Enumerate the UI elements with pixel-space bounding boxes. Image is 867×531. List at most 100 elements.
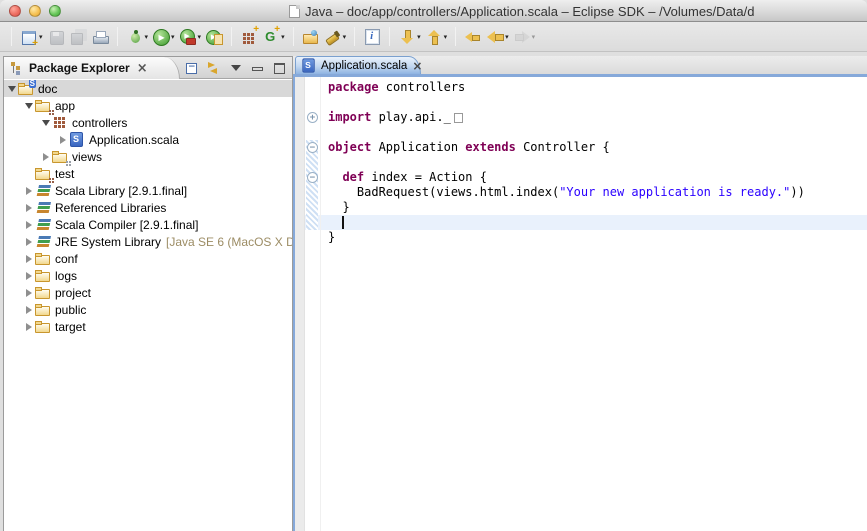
- project-tree: SdocappcontrollersApplication.scalaviews…: [4, 80, 292, 531]
- view-menu-icon[interactable]: [228, 60, 243, 75]
- code-line[interactable]: [321, 155, 867, 170]
- code-line[interactable]: }: [321, 230, 867, 245]
- back-icon: [486, 28, 504, 46]
- new-wizard-button[interactable]: ▾: [18, 27, 45, 47]
- back-button[interactable]: ▾: [484, 27, 511, 47]
- tree-item-views[interactable]: views: [4, 148, 292, 165]
- expand-arrow-icon[interactable]: [23, 204, 35, 212]
- zoom-window-button[interactable]: [49, 5, 61, 17]
- empty-package-badge: [66, 161, 68, 163]
- dropdown-arrow-icon[interactable]: ▾: [343, 33, 347, 41]
- document-proxy-icon[interactable]: [289, 5, 300, 18]
- tree-item-application.scala[interactable]: Application.scala: [4, 131, 292, 148]
- collapse-all-icon[interactable]: [184, 60, 199, 75]
- tree-item-jre[interactable]: JRE System Library[Java SE 6 (MacOS X De…: [4, 233, 292, 250]
- run-external-tools-button[interactable]: ▾: [177, 27, 204, 47]
- editor-tab-application-scala[interactable]: Application.scala ×: [295, 56, 421, 74]
- dropdown-arrow-icon[interactable]: ▾: [417, 33, 421, 41]
- minimize-window-button[interactable]: [29, 5, 41, 17]
- fold-minus-icon[interactable]: −: [307, 172, 318, 183]
- link-with-editor-icon[interactable]: [206, 60, 221, 75]
- expand-arrow-icon[interactable]: [23, 238, 35, 246]
- tree-item-logs[interactable]: logs: [4, 267, 292, 284]
- run-icon: [152, 28, 170, 46]
- dropdown-arrow-icon[interactable]: ▾: [145, 33, 149, 41]
- dropdown-arrow-icon[interactable]: ▾: [39, 33, 43, 41]
- toolbar-separator: [11, 27, 12, 46]
- tree-item-controllers[interactable]: controllers: [4, 114, 292, 131]
- code-line[interactable]: [321, 125, 867, 140]
- code-area[interactable]: package controllers import play.api._obje…: [321, 77, 867, 531]
- dropdown-arrow-icon[interactable]: ▾: [281, 33, 285, 41]
- code-token: )): [790, 185, 804, 199]
- print-button[interactable]: [89, 27, 111, 47]
- minimize-icon[interactable]: [250, 60, 265, 75]
- next-annotation-button[interactable]: ▾: [396, 27, 423, 47]
- code-line[interactable]: import play.api._: [321, 110, 867, 125]
- close-tab-icon[interactable]: ×: [412, 60, 422, 72]
- dropdown-arrow-icon[interactable]: ▾: [444, 33, 448, 41]
- expand-arrow-icon[interactable]: [23, 289, 35, 297]
- open-task-button[interactable]: [300, 27, 322, 47]
- code-line[interactable]: BadRequest(views.html.index("Your new ap…: [321, 185, 867, 200]
- code-line[interactable]: object Application extends Controller {: [321, 140, 867, 155]
- expand-arrow-icon[interactable]: [23, 306, 35, 314]
- fold-minus-icon[interactable]: −: [307, 142, 318, 153]
- expand-arrow-icon[interactable]: [23, 187, 35, 195]
- expand-arrow-icon[interactable]: [23, 103, 35, 109]
- dropdown-arrow-icon[interactable]: ▾: [171, 33, 175, 41]
- prev-annotation-button[interactable]: ▾: [423, 27, 450, 47]
- tree-item-app[interactable]: app: [4, 97, 292, 114]
- new-gwt-button[interactable]: ▾: [260, 27, 287, 47]
- expand-arrow-icon[interactable]: [23, 272, 35, 280]
- tree-item-doc[interactable]: Sdoc: [4, 80, 292, 97]
- expand-arrow-icon[interactable]: [23, 323, 35, 331]
- next-annotation-icon: [398, 28, 416, 46]
- code-line[interactable]: }: [321, 200, 867, 215]
- tree-item-scala[interactable]: Scala Library [2.9.1.final]: [4, 182, 292, 199]
- tree-item-public[interactable]: public: [4, 301, 292, 318]
- tree-item-test[interactable]: test: [4, 165, 292, 182]
- code-line[interactable]: [321, 95, 867, 110]
- tree-item-label: conf: [55, 252, 80, 266]
- collapsed-arrow: [43, 153, 49, 161]
- code-line[interactable]: [321, 215, 867, 230]
- folding-ruler[interactable]: + − −: [305, 77, 321, 531]
- package-explorer-tab[interactable]: Package Explorer ×: [4, 57, 180, 79]
- expand-arrow-icon[interactable]: [23, 221, 35, 229]
- last-edit-location-button[interactable]: [462, 27, 484, 47]
- debug-button[interactable]: ▾: [124, 27, 151, 47]
- folder-icon: [35, 302, 51, 317]
- expand-arrow-icon[interactable]: [40, 153, 52, 161]
- run-last-launched-button[interactable]: [203, 27, 225, 47]
- dropdown-arrow-icon[interactable]: ▾: [505, 33, 509, 41]
- code-line[interactable]: package controllers: [321, 80, 867, 95]
- close-window-button[interactable]: [9, 5, 21, 17]
- expand-arrow-icon[interactable]: [57, 136, 69, 144]
- search-button[interactable]: ▾: [322, 27, 349, 47]
- fold-plus-icon[interactable]: +: [307, 112, 318, 123]
- text-cursor: [342, 216, 344, 229]
- tree-item-scala[interactable]: Scala Compiler [2.9.1.final]: [4, 216, 292, 233]
- save-all-icon: [69, 28, 87, 46]
- annotation-ruler[interactable]: [295, 77, 305, 531]
- tree-item-target[interactable]: target: [4, 318, 292, 335]
- folded-region-box[interactable]: [454, 113, 463, 123]
- code-line[interactable]: def index = Action {: [321, 170, 867, 185]
- cheat-sheets-button[interactable]: [361, 27, 383, 47]
- expand-arrow-icon[interactable]: [6, 86, 18, 92]
- expand-arrow-icon[interactable]: [23, 255, 35, 263]
- package-folder-icon: [35, 98, 51, 113]
- dropdown-arrow-icon[interactable]: ▾: [198, 33, 202, 41]
- maximize-icon[interactable]: [272, 60, 287, 75]
- tree-item-referenced[interactable]: Referenced Libraries: [4, 199, 292, 216]
- code-token: play.api._: [371, 110, 450, 124]
- tree-item-label: project: [55, 286, 93, 300]
- expand-arrow-icon[interactable]: [40, 120, 52, 126]
- close-view-icon[interactable]: ×: [137, 62, 148, 75]
- tree-item-project[interactable]: project: [4, 284, 292, 301]
- title-bar[interactable]: Java – doc/app/controllers/Application.s…: [0, 0, 867, 22]
- tree-item-conf[interactable]: conf: [4, 250, 292, 267]
- new-java-package-button[interactable]: [238, 27, 260, 47]
- run-button[interactable]: ▾: [150, 27, 177, 47]
